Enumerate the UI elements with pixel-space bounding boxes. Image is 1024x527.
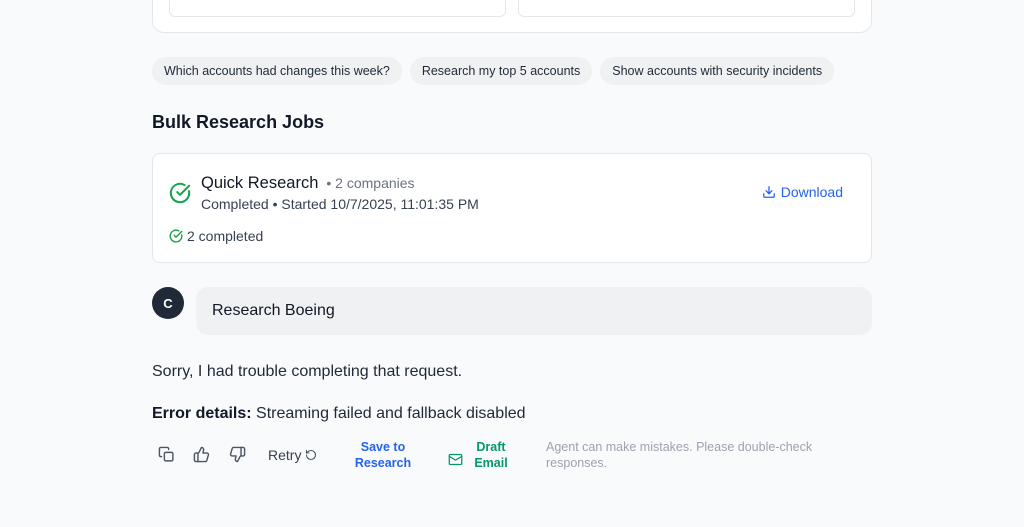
user-message-text: Research Boeing bbox=[212, 302, 335, 319]
job-progress: 2 completed bbox=[169, 228, 263, 244]
avatar: C bbox=[152, 287, 184, 319]
error-text: Streaming failed and fallback disabled bbox=[251, 405, 526, 422]
error-label: Error details: bbox=[152, 405, 252, 422]
job-progress-label: 2 completed bbox=[187, 228, 264, 244]
download-icon bbox=[762, 185, 776, 199]
draft-email-label: Draft Email bbox=[474, 440, 508, 470]
section-title: Bulk Research Jobs bbox=[152, 112, 325, 132]
job-status: Completed • Started 10/7/2025, 11:01:35 … bbox=[201, 196, 479, 212]
job-title-row: Quick Research • 2 companies bbox=[201, 174, 415, 193]
suggestion-chip[interactable]: Research my top 5 accounts bbox=[409, 57, 593, 85]
download-label: Download bbox=[780, 184, 843, 200]
retry-button[interactable]: Retry bbox=[268, 447, 317, 463]
copy-icon[interactable] bbox=[158, 446, 176, 464]
error-details: Error details: Streaming failed and fall… bbox=[152, 405, 526, 423]
thumbs-down-icon[interactable] bbox=[229, 446, 247, 464]
save-to-research-button[interactable]: Save to Research bbox=[350, 439, 416, 471]
assistant-message: Sorry, I had trouble completing that req… bbox=[152, 363, 463, 380]
previous-card-panel-right bbox=[518, 0, 855, 17]
mail-icon bbox=[448, 452, 463, 467]
refresh-icon bbox=[305, 449, 317, 461]
disclaimer: Agent can make mistakes. Please double-c… bbox=[546, 440, 813, 470]
suggestion-chips: Which accounts had changes this week? Re… bbox=[152, 57, 835, 85]
retry-label: Retry bbox=[268, 447, 302, 463]
previous-card bbox=[152, 0, 872, 33]
small-check-circle-icon bbox=[169, 229, 183, 243]
check-circle-icon bbox=[169, 182, 191, 204]
thumbs-up-icon[interactable] bbox=[193, 446, 211, 464]
job-title: Quick Research bbox=[201, 174, 319, 192]
suggestion-chip[interactable]: Show accounts with security incidents bbox=[600, 57, 835, 85]
draft-email-button[interactable]: Draft Email bbox=[448, 439, 509, 471]
message-actions: Retry Save to Research Draft Email Agent… bbox=[152, 438, 872, 472]
user-message: Research Boeing bbox=[196, 287, 872, 335]
download-button[interactable]: Download bbox=[762, 184, 843, 200]
job-company-count: • 2 companies bbox=[326, 175, 415, 191]
suggestion-chip[interactable]: Which accounts had changes this week? bbox=[152, 57, 402, 85]
research-job-card: Quick Research • 2 companies Completed •… bbox=[152, 153, 872, 263]
previous-card-panel-left bbox=[169, 0, 506, 17]
